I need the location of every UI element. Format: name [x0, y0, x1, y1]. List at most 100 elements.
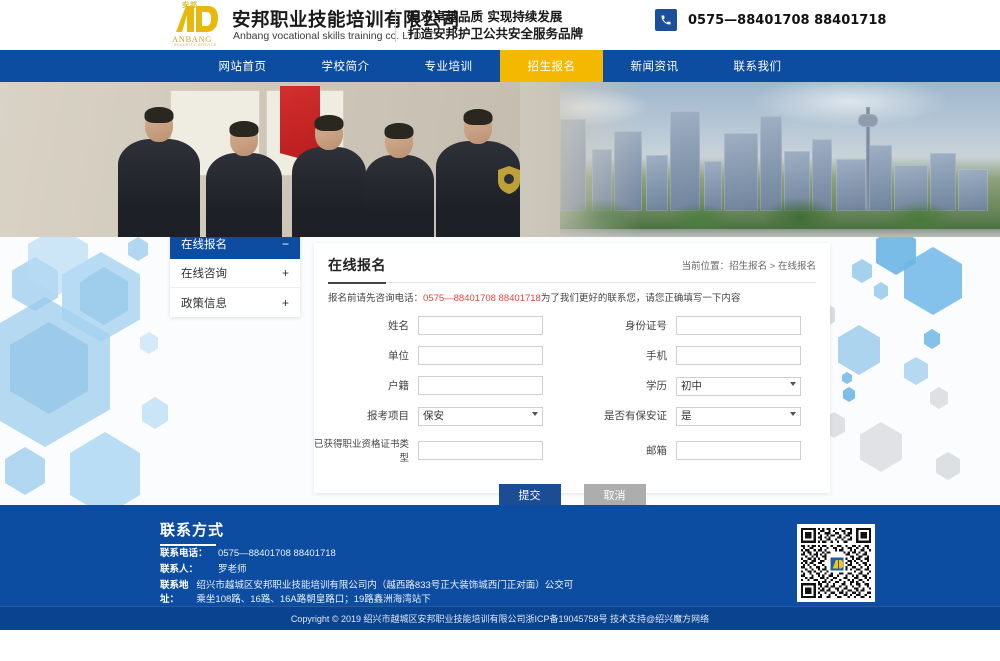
minus-icon: − [281, 237, 289, 251]
footer-label: 联系电话： [160, 548, 208, 559]
person-hair [384, 123, 414, 139]
nav-item-enrollment[interactable]: 招生报名 [500, 50, 603, 82]
hex-shape [142, 397, 168, 429]
notice-suffix: 为了我们更好的联系您，请您正确填写一下内容 [540, 293, 741, 304]
field-label: 学历 [646, 380, 667, 392]
breadcrumb: 当前位置：招生报名 > 在线报名 [681, 261, 816, 272]
hex-shape [128, 237, 148, 261]
education-select-wrap: 初中 [676, 376, 801, 396]
hex-shape [70, 432, 140, 505]
notice-prefix: 报名前请先咨询电话： [328, 293, 424, 304]
site-header: 安邦 ANBANG SECURITY SERVICE 安邦职业技能培训有限公司 … [0, 0, 1000, 50]
education-select[interactable]: 初中 [676, 376, 801, 396]
hero-banner [0, 82, 1000, 237]
qr-code-svg [801, 528, 871, 598]
hex-shape [838, 325, 880, 375]
hex-shape [5, 447, 45, 495]
phone-number: 0575—88401708 88401718 [688, 12, 887, 28]
copyright-bar: Copyright © 2019 绍兴市越城区安邦职业技能培训有限公司浙ICP备… [0, 606, 1000, 630]
header-phone[interactable]: 0575—88401708 88401718 [655, 9, 886, 31]
qr-code-image [801, 528, 871, 598]
footer-value: 罗老师 [218, 564, 247, 575]
household-input[interactable] [418, 376, 543, 395]
sidebar-item-online-consult[interactable]: 在线咨询 + [170, 259, 300, 288]
uniform-badge-icon [498, 166, 520, 194]
work-unit-input[interactable] [418, 346, 543, 365]
hex-shape [874, 282, 888, 300]
hex-shape [860, 422, 902, 472]
company-slogan: 追求卓越品质 实现持续发展 打造安邦护卫公共安全服务品牌 [408, 8, 583, 42]
registration-notice: 报名前请先咨询电话：0575—88401708 88401718为了我们更好的联… [328, 292, 816, 306]
sidebar-item-label: 政策信息 [181, 297, 227, 310]
sidebar: 招生报名 招生简章 + 在线报名 − 在线咨询 + 政策信息 + [170, 237, 300, 317]
field-label: 报考项目 [367, 410, 409, 422]
hex-shape [843, 387, 855, 402]
site-logo[interactable]: 安邦 ANBANG SECURITY SERVICE [172, 1, 224, 49]
content-inner: 招生报名 招生简章 + 在线报名 − 在线咨询 + 政策信息 + [170, 237, 830, 505]
id-number-input[interactable] [676, 316, 801, 335]
nav-item-news[interactable]: 新闻资讯 [603, 50, 706, 82]
person-hair [463, 109, 493, 125]
footer-address-row: 联系地址： 绍兴市越城区安邦职业技能培训有限公司内（越西路833号正大装饰城西门… [160, 579, 580, 607]
field-id-number: 身份证号 [572, 316, 830, 335]
nav-item-contact[interactable]: 联系我们 [706, 50, 809, 82]
field-household: 户籍 [314, 376, 572, 395]
footer-value: 0575—88401708 88401718 [218, 548, 336, 559]
nav-item-about[interactable]: 学校简介 [294, 50, 397, 82]
submit-button[interactable]: 提交 [498, 484, 561, 505]
guard-cert-select[interactable]: 是 [676, 406, 801, 426]
field-label: 单位 [388, 350, 409, 362]
nav-item-training[interactable]: 专业培训 [397, 50, 500, 82]
person-hair [314, 115, 344, 131]
field-email: 邮箱 [572, 436, 830, 464]
qr-code[interactable] [797, 524, 875, 602]
logo-mark-icon [176, 6, 218, 32]
banner-person [364, 123, 434, 237]
hex-shape [930, 387, 948, 409]
cancel-button[interactable]: 取消 [583, 484, 646, 505]
guard-cert-select-wrap: 是 [676, 406, 801, 426]
phone-icon [655, 9, 677, 31]
slogan-line-1: 追求卓越品质 实现持续发展 [408, 9, 563, 24]
mobile-input[interactable] [676, 346, 801, 365]
cert-type-input[interactable] [418, 440, 543, 460]
banner-person [118, 107, 200, 237]
registration-form: 姓名 身份证号 单位 手机 户籍 学历 初中 报考项目 保安 是否有保安证 是 … [314, 316, 830, 464]
field-label: 邮箱 [646, 444, 667, 457]
field-label: 是否有保安证 [604, 410, 667, 422]
plus-icon: + [281, 295, 289, 310]
field-label: 身份证号 [625, 320, 667, 332]
field-education: 学历 初中 [572, 376, 830, 396]
logo-subtext: SECURITY SERVICE [174, 43, 217, 47]
program-select-wrap: 保安 [418, 406, 543, 426]
banner-person [206, 121, 282, 237]
field-mobile: 手机 [572, 346, 830, 365]
sidebar-item-label: 在线咨询 [181, 268, 227, 280]
nav-item-home[interactable]: 网站首页 [191, 50, 294, 82]
page-root: 安邦 ANBANG SECURITY SERVICE 安邦职业技能培训有限公司 … [0, 0, 1000, 661]
person-hair [144, 107, 174, 123]
hex-shape [904, 357, 928, 385]
hex-shape [140, 332, 158, 354]
form-actions: 提交 取消 [314, 484, 830, 505]
panel-header: 在线报名 当前位置：招生报名 > 在线报名 [328, 252, 816, 284]
program-select[interactable]: 保安 [418, 406, 543, 426]
company-name-en: Anbang vocational skills training co. LT… [233, 30, 422, 42]
field-label: 已获得职业资格证书类型 [314, 439, 410, 464]
hex-shape [924, 329, 940, 349]
footer-title: 联系方式 [160, 519, 224, 546]
field-label: 户籍 [388, 380, 409, 392]
sidebar-item-online-registration[interactable]: 在线报名 − [170, 237, 300, 259]
page-title: 在线报名 [328, 257, 386, 284]
field-cert-type: 已获得职业资格证书类型 [314, 436, 572, 464]
site-footer: 联系方式 联系电话： 0575—88401708 88401718 联系人： 罗… [0, 505, 1000, 630]
footer-contact-row: 联系人： 罗老师 [160, 563, 247, 577]
header-divider [395, 8, 396, 42]
main-navigation: 网站首页 学校简介 专业培训 招生报名 新闻资讯 联系我们 [0, 50, 1000, 82]
sidebar-item-policy-info[interactable]: 政策信息 + [170, 288, 300, 317]
notice-phone: 0575—88401708 88401718 [423, 293, 541, 304]
wechat-qr-block: ADD WECHAT [790, 524, 882, 617]
name-input[interactable] [418, 316, 543, 335]
plus-icon: + [281, 266, 289, 280]
email-input[interactable] [676, 440, 801, 460]
